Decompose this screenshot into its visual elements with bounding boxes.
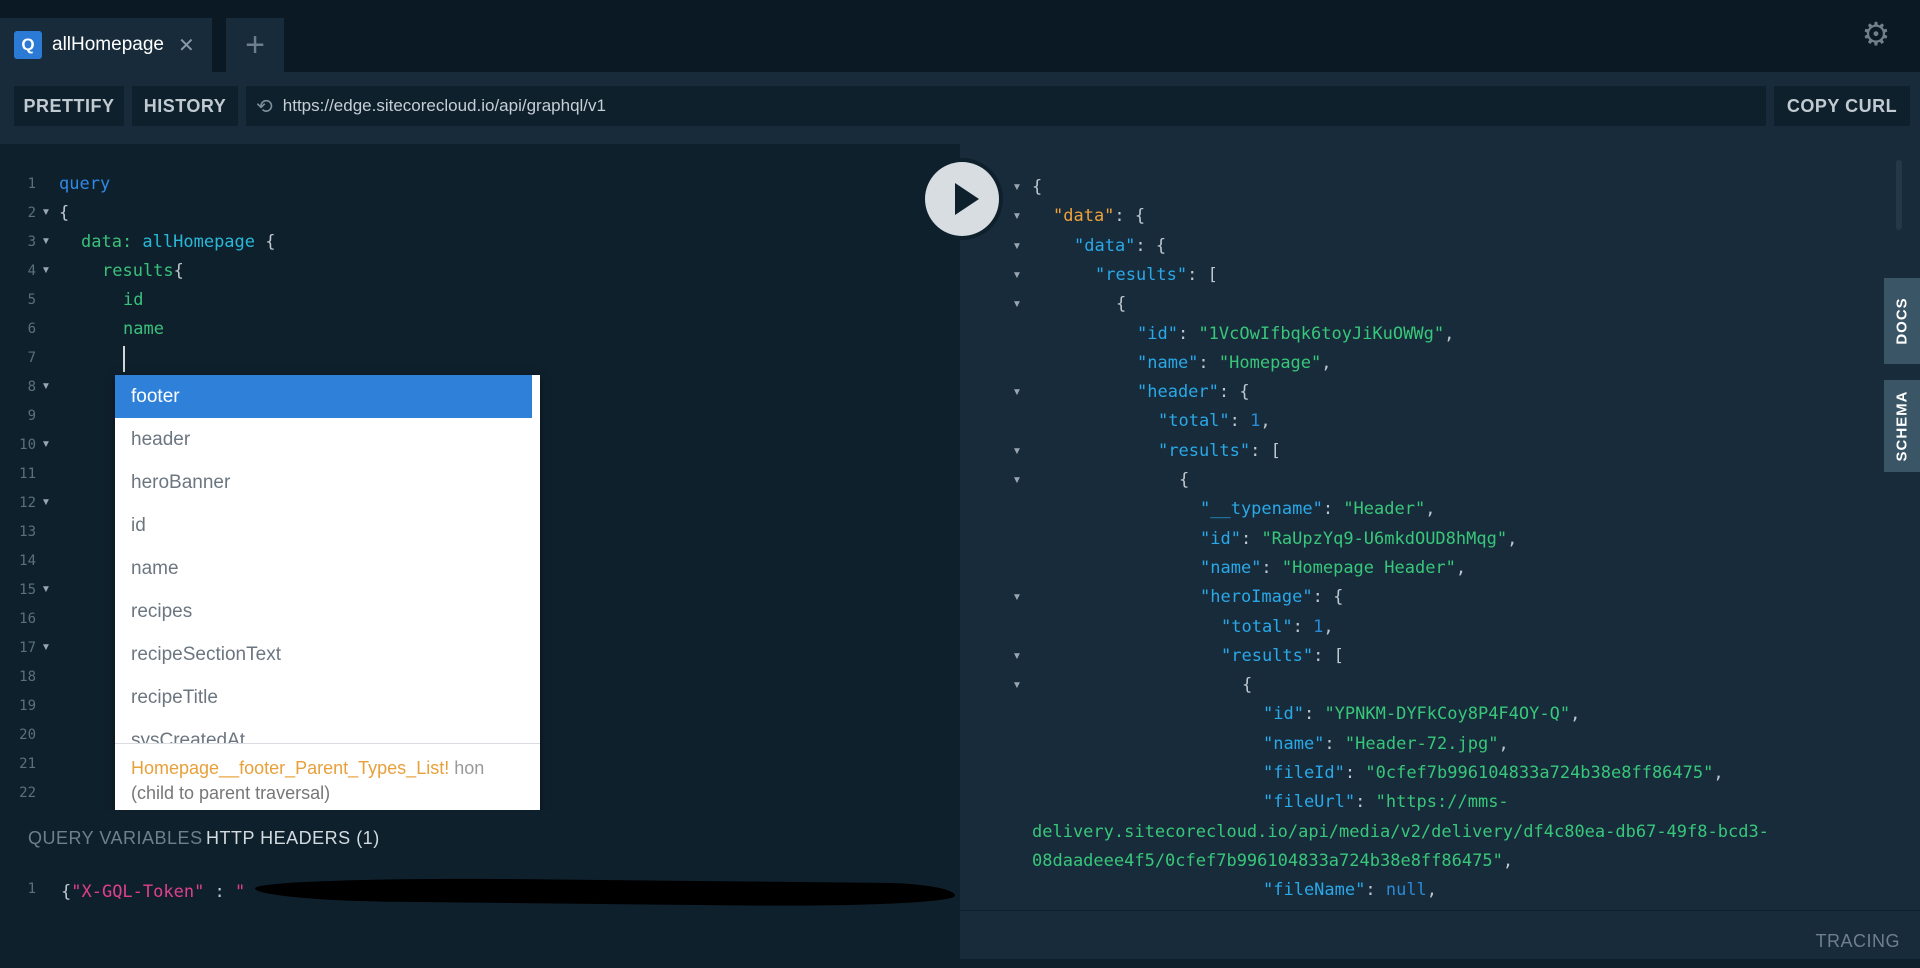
result-line: ▼{ xyxy=(960,290,1920,319)
editor-line: 2 ▼ { xyxy=(0,200,960,226)
result-line: "id": "YPNKM-DYFkCoy8P4F4OY-Q", xyxy=(1263,704,1581,725)
fold-arrow-icon[interactable]: ▼ xyxy=(1012,583,1022,612)
autocomplete-item[interactable]: name xyxy=(115,547,540,590)
docs-tab[interactable]: DOCS xyxy=(1884,278,1920,364)
fold-arrow-icon[interactable]: ▼ xyxy=(41,577,51,603)
result-line: "__typename": "Header", xyxy=(1200,499,1436,520)
result-line: "id": "RaUpzYq9-U6mkdOUD8hMqg", xyxy=(1200,528,1518,549)
fold-arrow-icon[interactable]: ▼ xyxy=(1012,466,1022,495)
editor-line: 3 ▼ data: allHomepage { xyxy=(0,229,960,255)
result-panel: ▼{▼ "data": {▼ "data": {▼ "results": [▼{"id… xyxy=(960,144,1920,910)
result-line: "id": "1VcOwIfbqk6toyJiKuOWWg", xyxy=(1137,323,1455,344)
query-badge-icon: Q xyxy=(14,31,42,59)
result-line: "fileName": null, xyxy=(1263,880,1438,901)
fold-arrow-icon[interactable]: ▼ xyxy=(1012,261,1022,290)
history-button[interactable]: HISTORY xyxy=(132,86,238,126)
fold-arrow-icon[interactable]: ▼ xyxy=(1012,290,1022,319)
field-name: hon xyxy=(454,758,485,778)
result-line: delivery.sitecorecloud.io/api/media/v2/d… xyxy=(1032,821,1769,842)
fold-arrow-icon[interactable]: ▼ xyxy=(1012,173,1022,202)
fold-arrow-icon[interactable]: ▼ xyxy=(1012,378,1022,407)
autocomplete-item[interactable]: recipes xyxy=(115,590,540,633)
fold-arrow-icon[interactable]: ▼ xyxy=(41,258,51,284)
fold-arrow-icon[interactable]: ▼ xyxy=(1012,642,1022,671)
result-line: ▼{ xyxy=(960,466,1920,495)
editor-line: 7 xyxy=(27,350,36,366)
result-line: "name": "Homepage", xyxy=(1137,352,1332,373)
editor-line: 6 name xyxy=(27,319,164,339)
play-icon xyxy=(955,183,979,215)
result-line: ▼ "header": { xyxy=(960,378,1920,407)
fold-arrow-icon[interactable]: ▼ xyxy=(1012,437,1022,466)
code-keyword: query xyxy=(59,174,111,194)
field-doc: (child to parent traversal) xyxy=(131,783,331,803)
text-cursor xyxy=(123,346,125,372)
result-line: ▼ "heroImage": { xyxy=(960,583,1920,612)
fold-arrow-icon[interactable]: ▼ xyxy=(1012,202,1022,231)
autocomplete-item[interactable]: heroBanner xyxy=(115,461,540,504)
tab-allhomepage[interactable]: Q allHomepage ✕ xyxy=(0,18,212,72)
copy-curl-button[interactable]: COPY CURL xyxy=(1774,86,1910,126)
result-line: ▼ "data": { xyxy=(960,202,1920,231)
field-type: Homepage__footer_Parent_Types_List! xyxy=(131,758,450,778)
header-key: "X-GQL-Token" xyxy=(71,882,205,902)
result-line: "fileId": "0cfef7b996104833a724b38e8ff86… xyxy=(1263,763,1724,783)
tab-title: allHomepage xyxy=(52,34,164,55)
tab-bar: Q allHomepage ✕ + ⚙ xyxy=(0,0,1920,72)
fold-arrow-icon[interactable]: ▼ xyxy=(41,374,51,400)
editor-line: 1 query xyxy=(0,171,960,197)
tracing-toggle[interactable]: TRACING xyxy=(1816,931,1901,952)
result-line: ▼ "results": [ xyxy=(960,261,1920,290)
run-button[interactable] xyxy=(921,158,1003,240)
editor-line: 4 ▼ results{ xyxy=(0,258,960,284)
fold-arrow-icon[interactable]: ▼ xyxy=(41,490,51,516)
fold-arrow-icon[interactable]: ▼ xyxy=(1012,232,1022,261)
result-line: ▼ "results": [ xyxy=(960,642,1920,671)
autocomplete-item[interactable]: recipeSectionText xyxy=(115,633,540,676)
result-line: "name": "Header-72.jpg", xyxy=(1263,733,1509,754)
endpoint-url-input[interactable]: ⟲ https://edge.sitecorecloud.io/api/grap… xyxy=(246,86,1766,126)
schema-tab[interactable]: SCHEMA xyxy=(1884,380,1920,472)
result-scrollbar[interactable] xyxy=(1896,160,1902,230)
tab-http-headers[interactable]: HTTP HEADERS (1) xyxy=(206,828,380,849)
fold-arrow-icon[interactable]: ▼ xyxy=(1012,671,1022,700)
result-line: 08daadeee4f5/0cfef7b996104833a724b38e8ff… xyxy=(1032,850,1514,871)
editor-line: 5 id xyxy=(27,290,144,310)
tracing-bar: TRACING xyxy=(960,910,1920,959)
result-line: ▼ "data": { xyxy=(960,232,1920,261)
result-line: "fileUrl": "https://mms- xyxy=(1263,792,1509,813)
fold-arrow-icon[interactable]: ▼ xyxy=(41,200,51,226)
autocomplete-item[interactable]: header xyxy=(115,418,540,461)
endpoint-url-text: https://edge.sitecorecloud.io/api/graphq… xyxy=(282,96,606,115)
close-icon[interactable]: ✕ xyxy=(178,33,195,58)
fold-arrow-icon[interactable]: ▼ xyxy=(41,432,51,458)
result-line: ▼{ xyxy=(960,671,1920,700)
toolbar: PRETTIFY HISTORY ⟲ https://edge.sitecore… xyxy=(0,72,1920,144)
result-line: ▼{ xyxy=(960,173,1920,202)
autocomplete-item[interactable]: recipeTitle xyxy=(115,676,540,719)
autocomplete-dropdown: footer header heroBanner id name recipes… xyxy=(115,375,540,818)
result-line: "total": 1, xyxy=(1221,616,1334,637)
line-number: 1 xyxy=(27,881,36,897)
result-line: "name": "Homepage Header", xyxy=(1200,557,1467,578)
prettify-button[interactable]: PRETTIFY xyxy=(14,86,124,126)
result-line: ▼ "results": [ xyxy=(960,437,1920,466)
history-icon[interactable]: ⟲ xyxy=(256,94,273,119)
gear-icon[interactable]: ⚙ xyxy=(1860,18,1892,50)
fold-arrow-icon[interactable]: ▼ xyxy=(41,635,51,661)
autocomplete-item[interactable]: id xyxy=(115,504,540,547)
result-line: "total": 1, xyxy=(1158,411,1271,432)
autocomplete-description: Homepage__footer_Parent_Types_List! hon … xyxy=(115,743,540,818)
autocomplete-item[interactable]: footer xyxy=(115,375,532,418)
fold-arrow-icon[interactable]: ▼ xyxy=(41,229,51,255)
add-tab-button[interactable]: + xyxy=(226,18,284,72)
tab-query-variables[interactable]: QUERY VARIABLES xyxy=(28,828,203,849)
